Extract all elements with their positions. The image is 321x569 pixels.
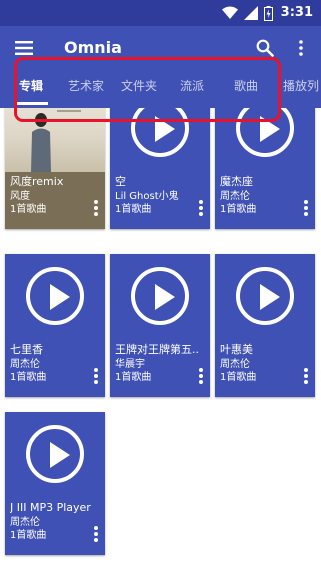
album-more-button[interactable] (302, 366, 310, 386)
album-title: J III MP3 Player (10, 501, 91, 514)
signal-icon (243, 6, 258, 20)
album-artist: 周杰伦 (10, 359, 40, 370)
cover-text-decoration (57, 108, 101, 116)
tab-artists[interactable]: 艺术家 (68, 70, 104, 108)
app-bar: Omnia (0, 26, 321, 70)
tab-songs[interactable]: 歌曲 (234, 70, 258, 108)
battery-icon (263, 5, 273, 21)
album-art-placeholder (5, 254, 105, 340)
status-bar: 3:31 (0, 0, 321, 26)
album-title: 七里香 (10, 343, 43, 356)
search-icon (256, 39, 274, 57)
tab-bar: 专辑 艺术家 文件夹 流派 歌曲 播放列 (0, 70, 321, 108)
album-art-placeholder (215, 108, 315, 172)
album-card[interactable]: 叶惠美 周杰伦 1首歌曲 (215, 254, 315, 397)
album-more-button[interactable] (92, 198, 100, 218)
album-art-placeholder (110, 254, 210, 340)
album-more-button[interactable] (197, 366, 205, 386)
album-art-placeholder (5, 412, 105, 498)
play-icon (236, 108, 294, 157)
album-artist: 周杰伦 (220, 191, 250, 202)
album-artist: 华晨宇 (115, 359, 145, 370)
album-card[interactable]: 七里香 周杰伦 1首歌曲 (5, 254, 105, 397)
album-cover-photo (5, 108, 105, 172)
play-icon (131, 108, 189, 157)
album-song-count: 1首歌曲 (10, 530, 47, 541)
album-more-button[interactable] (92, 366, 100, 386)
wifi-icon (221, 6, 238, 19)
album-song-count: 1首歌曲 (220, 204, 257, 215)
play-icon (131, 267, 189, 325)
status-time: 3:31 (280, 5, 313, 20)
app-title: Omnia (64, 38, 122, 57)
album-song-count: 1首歌曲 (115, 372, 152, 383)
album-artist: 风度 (10, 191, 30, 202)
album-card[interactable]: 魔杰座 周杰伦 1首歌曲 (215, 108, 315, 229)
album-song-count: 1首歌曲 (115, 204, 152, 215)
active-tab-indicator (14, 102, 48, 105)
tab-genres[interactable]: 流派 (180, 70, 204, 108)
album-grid: 风度remix 风度 1首歌曲 空 Lil Ghost小鬼 1首歌曲 魔杰座 周… (0, 108, 321, 569)
album-more-button[interactable] (92, 524, 100, 544)
album-song-count: 1首歌曲 (10, 204, 47, 215)
more-vert-icon (299, 40, 303, 56)
album-art-placeholder (215, 254, 315, 340)
play-icon (236, 267, 294, 325)
play-icon (26, 267, 84, 325)
album-art-placeholder (110, 108, 210, 172)
cover-figure (31, 113, 51, 172)
album-title: 风度remix (10, 175, 64, 188)
tab-folders[interactable]: 文件夹 (121, 70, 157, 108)
search-button[interactable] (253, 36, 277, 60)
menu-icon (15, 41, 33, 55)
album-title: 王牌对王牌第五... (115, 343, 199, 356)
album-more-button[interactable] (197, 198, 205, 218)
album-card[interactable]: 风度remix 风度 1首歌曲 (5, 108, 105, 229)
album-card[interactable]: 空 Lil Ghost小鬼 1首歌曲 (110, 108, 210, 229)
tab-playlists[interactable]: 播放列 (283, 70, 319, 108)
album-title: 空 (115, 175, 126, 188)
status-icons: 3:31 (221, 4, 313, 22)
album-artist: 周杰伦 (220, 359, 250, 370)
play-icon (26, 425, 84, 483)
more-options-button[interactable] (293, 36, 309, 60)
album-more-button[interactable] (302, 198, 310, 218)
album-card[interactable]: J III MP3 Player 周杰伦 1首歌曲 (5, 412, 105, 555)
album-song-count: 1首歌曲 (10, 372, 47, 383)
album-song-count: 1首歌曲 (220, 372, 257, 383)
album-title: 魔杰座 (220, 175, 253, 188)
menu-button[interactable] (12, 37, 36, 59)
album-artist: 周杰伦 (10, 517, 40, 528)
album-title: 叶惠美 (220, 343, 253, 356)
album-card[interactable]: 王牌对王牌第五... 华晨宇 1首歌曲 (110, 254, 210, 397)
album-artist: Lil Ghost小鬼 (115, 191, 179, 202)
